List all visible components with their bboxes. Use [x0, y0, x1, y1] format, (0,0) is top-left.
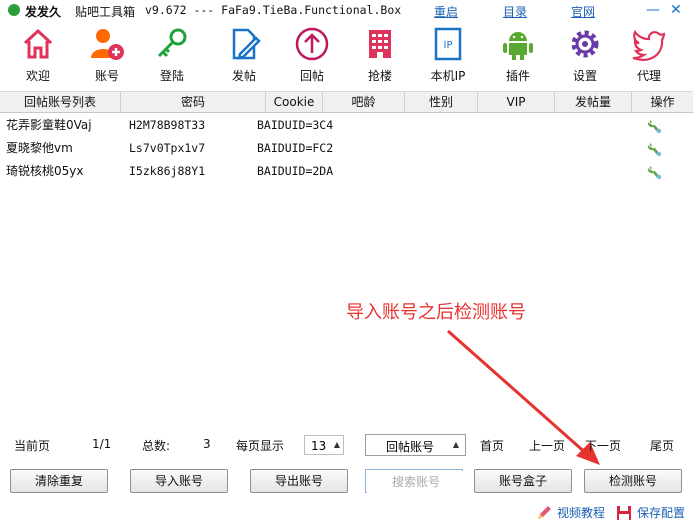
toolbar-label: 抢楼 [367, 69, 392, 83]
directory-link[interactable]: 目录 [503, 3, 527, 20]
account-cell: 夏晓黎他vm [6, 141, 73, 155]
search-input[interactable] [367, 471, 465, 493]
toolbar-reply[interactable]: 回帖 [284, 22, 340, 86]
svg-text:IP: IP [444, 40, 453, 51]
toolbar-label: 设置 [572, 69, 597, 83]
save-icon [617, 506, 631, 520]
dropdown-arrow-icon[interactable]: ▲ [453, 440, 459, 449]
toolbar-label: 欢迎 [25, 69, 50, 83]
stepper-up-icon[interactable]: ▲ [334, 440, 340, 449]
app-version: v9.672 --- FaFa9.TieBa.Functional.Box [145, 3, 402, 17]
column-header-vip[interactable]: VIP [478, 92, 555, 112]
minimize-button[interactable]: — [646, 2, 660, 18]
toolbar-post[interactable]: 发帖 [216, 22, 272, 86]
account-cell: 花弄影童鞋0Vaj [6, 118, 92, 132]
import-accounts-button[interactable]: 导入账号 [130, 469, 228, 493]
video-tutorial-link[interactable]: 视频教程 [557, 504, 605, 521]
app-name: 发发久 [25, 5, 62, 19]
toolbar-label: 回帖 [299, 69, 324, 83]
toolbar-proxy[interactable]: 代理 [621, 22, 677, 86]
gear-icon [571, 30, 599, 58]
pen-icon [538, 506, 551, 519]
current-page-label: 当前页 [14, 439, 51, 453]
account-box-button[interactable]: 账号盒子 [474, 469, 572, 493]
edit-doc-icon [232, 28, 261, 60]
account-table-header: 回帖账号列表 密码 Cookie 吧龄 性别 VIP 发帖量 操作 [0, 91, 693, 113]
reply-up-icon [295, 27, 329, 61]
toolbar-login[interactable]: 登陆 [144, 22, 200, 86]
toolbar-local-ip[interactable]: IP 本机IP [420, 22, 476, 86]
password-cell: Ls7v0Tpx1v7 [129, 141, 206, 155]
account-type-value: 回帖账号 [386, 440, 435, 454]
account-type-select[interactable]: 回帖账号 ▲ [365, 434, 466, 456]
first-page-link[interactable]: 首页 [480, 437, 504, 454]
app-subtitle: 贴吧工具箱 [75, 5, 136, 19]
toolbar-label: 发帖 [231, 69, 256, 83]
wrench-icon[interactable] [647, 118, 663, 134]
table-row[interactable]: 琦锐核桃05yx I5zk86j88Y1 BAIDUID=2DA [0, 160, 693, 183]
official-site-link[interactable]: 官网 [571, 3, 595, 20]
restart-link[interactable]: 重启 [434, 3, 458, 20]
total-label: 总数: [142, 439, 171, 453]
password-cell: I5zk86j88Y1 [129, 164, 206, 178]
add-user-icon [91, 29, 124, 60]
app-logo-icon [8, 4, 20, 16]
clear-duplicates-button[interactable]: 清除重复 [10, 469, 108, 493]
column-header-cookie[interactable]: Cookie [266, 92, 323, 112]
next-page-link[interactable]: 下一页 [585, 437, 621, 454]
toolbar-welcome[interactable]: 欢迎 [10, 22, 66, 86]
toolbar-settings[interactable]: 设置 [557, 22, 613, 86]
column-header-bar-age[interactable]: 吧龄 [323, 92, 405, 112]
pager-bar: 当前页 1/1 总数: 3 每页显示 首页 上一页 下一页 尾页 [0, 433, 693, 459]
per-page-label: 每页显示 [236, 439, 285, 453]
toolbar-grab-floor[interactable]: 抢楼 [352, 22, 408, 86]
table-row[interactable]: 花弄影童鞋0Vaj H2M78B98T33 BAIDUID=3C4 [0, 114, 693, 137]
title-bar: 发发久 贴吧工具箱 v9.672 --- FaFa9.TieBa.Functio… [0, 0, 693, 22]
table-row[interactable]: 夏晓黎他vm Ls7v0Tpx1v7 BAIDUID=FC2 [0, 137, 693, 160]
main-toolbar: 欢迎 账号 登陆 发帖 回帖 抢楼 IP 本机IP 插件 设置 代理 [0, 22, 693, 88]
footer-bar: 视频教程 保存配置 [0, 500, 693, 526]
toolbar-account[interactable]: 账号 [79, 22, 135, 86]
home-icon [23, 28, 53, 59]
toolbar-label: 本机IP [430, 69, 466, 83]
annotation-text: 导入账号之后检测账号 [346, 302, 526, 323]
column-header-post-count[interactable]: 发帖量 [555, 92, 632, 112]
column-header-account[interactable]: 回帖账号列表 [0, 92, 121, 112]
check-accounts-button[interactable]: 检测账号 [584, 469, 682, 493]
total-value: 3 [203, 437, 211, 451]
current-page-value: 1/1 [92, 437, 112, 451]
building-icon [369, 30, 391, 58]
key-icon [157, 28, 187, 58]
search-account-field[interactable] [365, 469, 465, 493]
cookie-cell: BAIDUID=3C4 [257, 118, 333, 132]
wrench-icon[interactable] [647, 164, 663, 180]
account-cell: 琦锐核桃05yx [6, 164, 84, 178]
last-page-link[interactable]: 尾页 [650, 437, 674, 454]
bird-icon [632, 29, 666, 61]
save-config-link[interactable]: 保存配置 [637, 504, 685, 521]
column-header-password[interactable]: 密码 [121, 92, 266, 112]
column-header-gender[interactable]: 性别 [405, 92, 478, 112]
toolbar-label: 插件 [505, 69, 530, 83]
cookie-cell: BAIDUID=FC2 [257, 141, 333, 155]
ip-icon: IP [434, 27, 462, 61]
android-icon [503, 32, 533, 60]
wrench-icon[interactable] [647, 141, 663, 157]
toolbar-label: 代理 [636, 69, 661, 83]
toolbar-label: 账号 [94, 69, 119, 83]
per-page-value: 13 [311, 439, 327, 453]
toolbar-label: 登陆 [159, 69, 184, 83]
export-accounts-button[interactable]: 导出账号 [250, 469, 348, 493]
per-page-stepper[interactable]: 13 ▲ [304, 435, 344, 455]
password-cell: H2M78B98T33 [129, 118, 206, 132]
cookie-cell: BAIDUID=2DA [257, 164, 333, 178]
prev-page-link[interactable]: 上一页 [529, 437, 565, 454]
column-header-action[interactable]: 操作 [632, 92, 693, 112]
toolbar-plugins[interactable]: 插件 [490, 22, 546, 86]
close-button[interactable]: ✕ [670, 2, 682, 18]
